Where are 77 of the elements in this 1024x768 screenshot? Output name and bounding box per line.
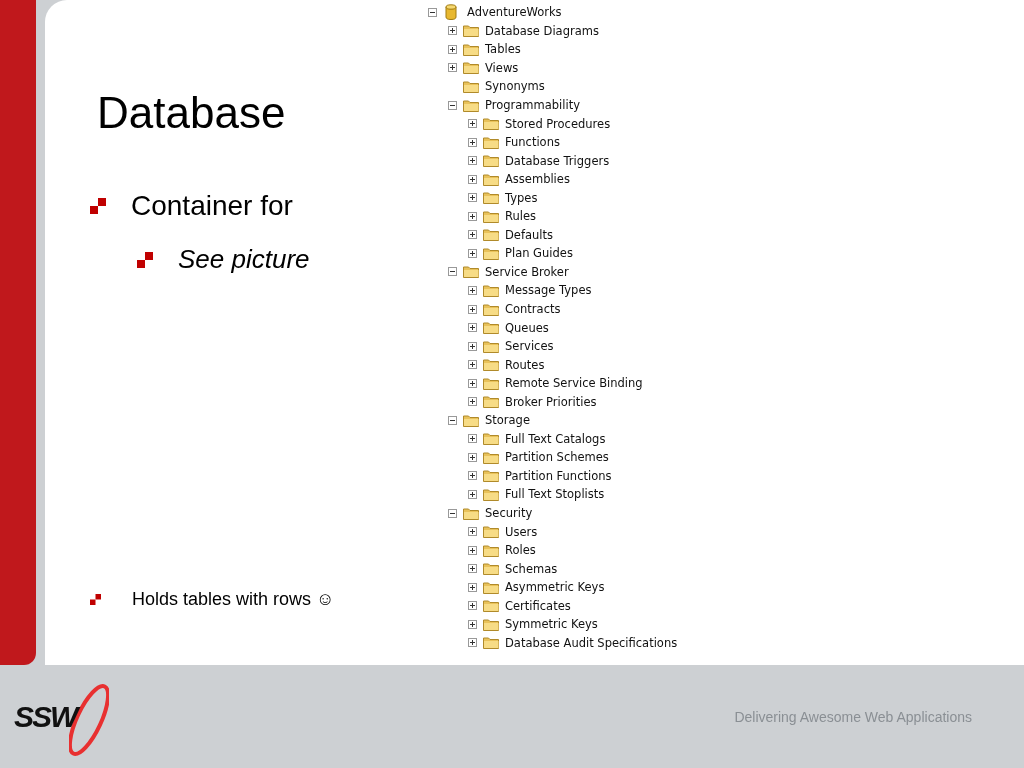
expand-icon[interactable] (468, 619, 477, 629)
tree-item[interactable]: Services (505, 339, 554, 354)
expand-icon[interactable] (468, 452, 477, 462)
tree-item[interactable]: Full Text Stoplists (505, 487, 605, 502)
tree-item[interactable]: Plan Guides (505, 246, 573, 261)
tree-item[interactable]: Users (505, 524, 538, 539)
expand-icon[interactable] (468, 490, 477, 499)
expand-icon[interactable] (468, 378, 477, 388)
tree-item[interactable]: Roles (505, 543, 536, 558)
tree-item[interactable]: Full Text Catalogs (505, 431, 606, 446)
tree-item[interactable]: Queues (505, 320, 549, 335)
tree-item[interactable]: AdventureWorks (467, 5, 562, 20)
tree-item[interactable]: Database Audit Specifications (505, 635, 678, 650)
tree-item[interactable]: Routes (505, 357, 545, 372)
tree-item[interactable]: Storage (485, 413, 530, 428)
expand-icon[interactable] (468, 471, 477, 481)
expand-icon[interactable] (468, 601, 477, 611)
expand-icon[interactable] (468, 527, 477, 537)
expand-icon[interactable] (448, 63, 457, 73)
expand-icon[interactable] (468, 582, 477, 592)
expand-icon[interactable] (468, 174, 477, 184)
collapse-icon[interactable] (448, 100, 457, 110)
bullet-text: Container for (131, 190, 293, 222)
slide-title: Database (97, 88, 287, 138)
tree-item[interactable]: Partition Functions (505, 468, 612, 483)
tree-item[interactable]: Partition Schemes (505, 450, 609, 465)
tree-item[interactable]: Stored Procedures (505, 116, 611, 131)
tree-item[interactable]: Defaults (505, 227, 553, 242)
collapse-icon[interactable] (448, 267, 457, 277)
tree-item[interactable]: Rules (505, 209, 537, 224)
expand-icon[interactable] (468, 230, 477, 240)
expand-icon[interactable] (468, 397, 477, 407)
expand-icon[interactable] (468, 119, 477, 129)
expand-icon[interactable] (468, 137, 477, 147)
tree-item[interactable]: Synonyms (485, 79, 545, 94)
tree-item[interactable]: Schemas (505, 561, 558, 576)
tree-item[interactable]: Programmability (485, 98, 580, 112)
expand-icon[interactable] (448, 26, 457, 36)
tree-item[interactable]: Asymmetric Keys (505, 580, 605, 595)
expand-icon[interactable] (468, 341, 477, 351)
tree-item[interactable]: Security (485, 506, 533, 521)
collapse-icon[interactable] (448, 508, 457, 518)
bullet-icon (137, 251, 153, 268)
tree-item[interactable]: Certificates (505, 598, 571, 613)
tree-item[interactable]: Service Broker (485, 264, 569, 279)
expand-icon[interactable] (468, 545, 477, 555)
bullet-text: Holds tables with rows ☺ (132, 589, 335, 610)
bullet-icon (90, 198, 106, 214)
collapse-icon[interactable] (428, 7, 437, 17)
tree-item[interactable]: Views (485, 60, 519, 75)
bullet-icon (90, 594, 101, 605)
tree-item[interactable]: Tables (485, 42, 521, 57)
expand-icon[interactable] (468, 564, 477, 574)
expand-icon[interactable] (468, 304, 477, 314)
expand-icon[interactable] (468, 211, 477, 221)
tree-item[interactable]: Database Diagrams (485, 23, 599, 38)
tree-item[interactable]: Message Types (505, 283, 592, 298)
tree-item[interactable]: Remote Service Binding (505, 376, 643, 391)
tree-item[interactable]: Functions (505, 135, 560, 150)
tree-item[interactable]: Types (505, 190, 538, 205)
tree-item[interactable]: Database Triggers (505, 153, 610, 168)
collapse-icon[interactable] (448, 415, 457, 425)
bullet-text: See picture (178, 244, 310, 275)
tree-item[interactable]: Broker Priorities (505, 394, 597, 409)
tree-item[interactable]: Symmetric Keys (505, 617, 598, 632)
expand-icon[interactable] (468, 323, 477, 333)
tree-item[interactable]: Contracts (505, 302, 561, 316)
expand-icon[interactable] (468, 434, 477, 444)
tree-item[interactable]: Assemblies (505, 172, 570, 187)
expand-icon[interactable] (468, 360, 477, 370)
tagline: Delivering Awesome Web Applications (734, 708, 972, 725)
expand-icon[interactable] (468, 638, 477, 648)
expand-icon[interactable] (468, 285, 477, 295)
expand-icon[interactable] (468, 193, 477, 203)
expand-icon[interactable] (468, 156, 477, 166)
expand-icon[interactable] (468, 248, 477, 258)
expand-icon[interactable] (448, 44, 457, 54)
